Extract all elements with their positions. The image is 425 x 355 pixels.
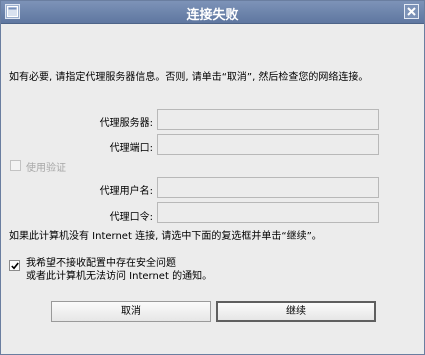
checkmark-icon — [11, 262, 19, 270]
connection-failed-dialog: 连接失败 如有必要, 请指定代理服务器信息。否则, 请单击“取消”, 然后检查您… — [0, 0, 425, 355]
bypass-instructions: 如果此计算机没有 Internet 连接, 请选中下面的复选框并单击“继续”。 — [9, 231, 322, 242]
proxy-server-field[interactable] — [157, 109, 379, 130]
cancel-button[interactable]: 取消 — [51, 301, 211, 322]
intro-text: 如有必要, 请指定代理服务器信息。否则, 请单击“取消”, 然后检查您的网络连接… — [9, 72, 369, 83]
proxy-user-label: 代理用户名: — [99, 186, 153, 197]
suppress-warning-line2: 或者此计算机无法访问 Internet 的通知。 — [26, 271, 213, 282]
continue-button[interactable]: 继续 — [216, 301, 376, 322]
proxy-password-field[interactable] — [157, 202, 379, 223]
title-bar: 连接失败 — [1, 1, 424, 24]
proxy-user-field[interactable] — [157, 177, 379, 198]
proxy-port-field[interactable] — [157, 134, 379, 155]
use-auth-label: 使用验证 — [26, 163, 66, 174]
proxy-password-label: 代理口令: — [109, 212, 153, 223]
proxy-port-label: 代理端口: — [109, 143, 153, 154]
suppress-warning-checkbox[interactable] — [9, 260, 20, 271]
proxy-server-label: 代理服务器: — [99, 118, 153, 129]
window-title: 连接失败 — [186, 8, 239, 23]
use-auth-checkbox[interactable] — [10, 160, 21, 171]
close-icon[interactable] — [404, 4, 419, 19]
